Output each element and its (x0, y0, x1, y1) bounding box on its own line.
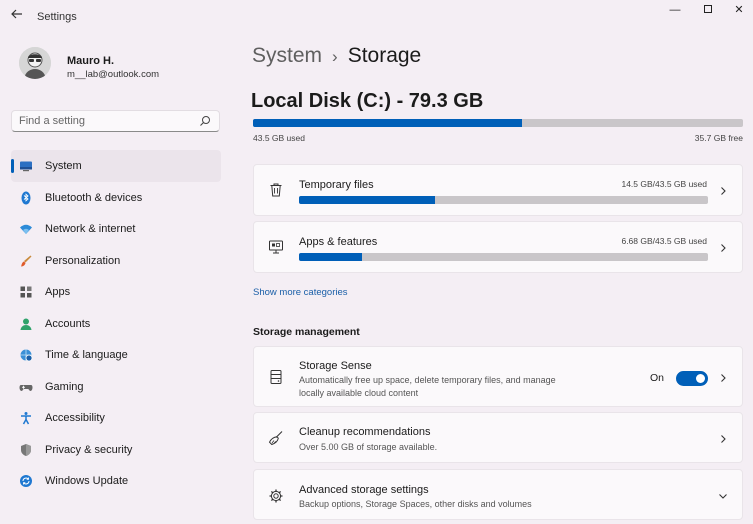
breadcrumb: System › Storage (252, 44, 421, 68)
active-indicator (11, 159, 14, 173)
storage-drive-icon (270, 370, 282, 384)
chevron-right-icon (721, 374, 726, 382)
user-email: m__lab@outlook.com (67, 69, 160, 80)
search-input[interactable] (19, 114, 194, 128)
user-name: Mauro H. (67, 55, 115, 67)
chevron-right-icon (721, 244, 726, 252)
cleanup-title: Cleanup recommendations (299, 426, 431, 438)
back-button[interactable] (8, 7, 26, 25)
maximize-button[interactable] (693, 3, 723, 17)
bluetooth-icon (21, 191, 31, 204)
sidebar-item-bluetooth[interactable]: Bluetooth & devices (11, 182, 221, 214)
category-amount: 14.5 GB/43.5 GB used (621, 179, 707, 189)
category-usage-fill (299, 196, 436, 204)
brush-icon (21, 255, 32, 266)
apps-icon (20, 286, 32, 298)
chevron-right-icon (721, 435, 726, 443)
sidebar-item-time-language[interactable]: Time & language (11, 339, 221, 371)
storage-sense-title: Storage Sense (299, 360, 372, 372)
minimize-button[interactable]: — (660, 3, 690, 17)
category-title: Apps & features (299, 236, 378, 248)
storage-sense-description: Automatically free up space, delete temp… (299, 375, 556, 398)
sidebar-item-label: Windows Update (45, 475, 129, 487)
disk-usage-fill (253, 119, 522, 127)
sidebar-item-accounts[interactable]: Accounts (11, 308, 221, 340)
sidebar-item-label: Accessibility (45, 412, 105, 424)
breadcrumb-parent[interactable]: System (252, 44, 322, 67)
cleanup-description: Over 5.00 GB of storage available. (299, 442, 438, 452)
disk-free-label: 35.7 GB free (694, 133, 743, 143)
monitor-icon (20, 161, 32, 172)
storage-sense-card[interactable]: Storage Sense Automatically free up spac… (253, 346, 743, 407)
sidebar-item-accessibility[interactable]: Accessibility (11, 402, 221, 434)
breadcrumb-separator: › (332, 47, 338, 66)
accessibility-icon (21, 412, 31, 425)
sidebar-item-label: Network & internet (45, 223, 136, 235)
chevron-right-icon (721, 187, 726, 195)
sidebar-item-system[interactable]: System (11, 150, 221, 182)
back-arrow-icon (11, 9, 22, 19)
category-temporary-files[interactable]: Temporary files 14.5 GB/43.5 GB used (253, 164, 743, 216)
sidebar-item-apps[interactable]: Apps (11, 276, 221, 308)
advanced-storage-title: Advanced storage settings (299, 484, 429, 496)
sidebar-item-gaming[interactable]: Gaming (11, 371, 221, 403)
search-box[interactable] (11, 110, 220, 132)
sidebar-item-label: Personalization (45, 254, 121, 267)
show-more-categories-link[interactable]: Show more categories (253, 287, 348, 298)
trash-icon (270, 183, 282, 197)
page-title: Storage (347, 44, 422, 67)
sidebar-item-label: Privacy & security (45, 443, 133, 456)
advanced-storage-settings-card[interactable]: Advanced storage settings Backup options… (253, 469, 743, 520)
sidebar-item-label: Time & language (45, 349, 128, 361)
globe-clock-icon (20, 349, 33, 362)
sidebar-item-personalization[interactable]: Personalization (11, 245, 221, 277)
sidebar-item-label: System (45, 160, 82, 172)
minimize-icon: — (669, 4, 681, 16)
category-amount: 6.68 GB/43.5 GB used (621, 236, 707, 246)
close-button[interactable]: ✕ (724, 3, 753, 17)
gear-icon (269, 489, 283, 503)
update-icon (20, 475, 32, 487)
search-icon[interactable] (199, 115, 211, 127)
cleanup-recommendations-card[interactable]: Cleanup recommendations Over 5.00 GB of … (253, 412, 743, 463)
toggle-knob (696, 374, 705, 383)
broom-icon (268, 431, 283, 446)
title-bar: Settings — ✕ (0, 0, 753, 34)
category-usage-fill (299, 253, 362, 261)
disk-title: Local Disk (C:) - 79.3 GB (251, 90, 484, 112)
sidebar-item-network[interactable]: Network & internet (11, 213, 221, 245)
maximize-icon (704, 5, 712, 13)
person-icon (20, 318, 32, 330)
sidebar-item-label: Gaming (45, 380, 84, 393)
apps-features-icon (269, 240, 283, 254)
category-usage-bar (299, 196, 708, 204)
sidebar-item-privacy[interactable]: Privacy & security (11, 434, 221, 466)
category-title: Temporary files (299, 179, 374, 191)
shield-icon (21, 443, 31, 456)
category-usage-bar (299, 253, 708, 261)
disk-used-label: 43.5 GB used (253, 133, 305, 143)
section-title-storage-management: Storage management (253, 326, 360, 338)
app-title: Settings (37, 11, 77, 23)
chevron-down-icon (719, 494, 727, 499)
storage-sense-toggle[interactable] (676, 371, 708, 386)
user-avatar-icon (19, 47, 51, 79)
sidebar-item-label: Accounts (45, 317, 91, 330)
avatar[interactable] (19, 47, 51, 79)
close-icon: ✕ (734, 4, 744, 16)
storage-sense-toggle-label: On (649, 372, 664, 384)
sidebar-item-windows-update[interactable]: Windows Update (11, 465, 221, 497)
sidebar-item-label: Bluetooth & devices (45, 191, 143, 204)
advanced-storage-description: Backup options, Storage Spaces, other di… (299, 499, 532, 509)
sidebar-nav: System Bluetooth & devices Network & int… (11, 150, 221, 497)
wifi-icon (20, 224, 32, 234)
category-apps-features[interactable]: Apps & features 6.68 GB/43.5 GB used (253, 221, 743, 273)
gamepad-icon (19, 384, 33, 391)
sidebar-item-label: Apps (45, 286, 71, 298)
disk-usage-bar (253, 119, 743, 127)
